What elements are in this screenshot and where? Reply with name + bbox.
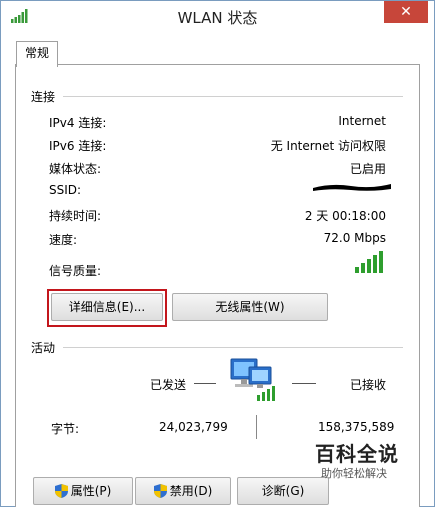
duration-label: 持续时间: — [49, 209, 102, 223]
network-computers-icon — [230, 358, 275, 401]
received-connector-line — [292, 383, 316, 384]
uac-shield-icon — [153, 484, 167, 498]
media-state-label: 媒体状态: — [49, 162, 102, 176]
activity-divider — [63, 347, 403, 348]
close-button[interactable]: ✕ — [384, 1, 428, 23]
sent-label: 已发送 — [150, 378, 187, 392]
window-title: WLAN 状态 — [177, 9, 258, 27]
bytes-label: 字节: — [51, 422, 80, 436]
watermark-subtitle: 助你轻松解决 — [321, 467, 387, 480]
activity-section-title: 活动 — [31, 341, 56, 355]
details-button[interactable]: 详细信息(E)... — [51, 293, 163, 321]
close-icon: ✕ — [400, 4, 412, 20]
connection-divider — [63, 96, 403, 97]
signal-quality-label: 信号质量: — [49, 264, 102, 278]
ipv6-label: IPv6 连接: — [49, 139, 107, 153]
media-state-value: 已启用 — [349, 162, 386, 176]
bytes-received-value: 158,375,589 — [318, 420, 395, 434]
title-bar[interactable]: WLAN 状态 ✕ — [1, 1, 434, 31]
properties-button-label: 属性(P) — [70, 484, 112, 498]
tab-general[interactable]: 常规 — [16, 41, 58, 67]
signal-strength-icon — [355, 251, 383, 273]
disable-button[interactable]: 禁用(D) — [135, 477, 231, 505]
connection-section-title: 连接 — [31, 90, 56, 104]
sent-connector-line — [194, 383, 216, 384]
diagnose-button[interactable]: 诊断(G) — [237, 477, 329, 505]
wlan-status-window: WLAN 状态 ✕ 常规 连接 IPv4 连接: Internet IPv6 连… — [0, 0, 435, 507]
disable-button-label: 禁用(D) — [169, 484, 213, 498]
ssid-label: SSID: — [49, 183, 82, 197]
bytes-separator — [256, 415, 257, 439]
uac-shield-icon — [54, 484, 68, 498]
duration-value: 2 天 00:18:00 — [304, 209, 386, 223]
tab-strip: 常规 — [13, 41, 422, 67]
wireless-properties-button[interactable]: 无线属性(W) — [172, 293, 328, 321]
ipv4-value: Internet — [338, 114, 386, 128]
speed-label: 速度: — [49, 233, 78, 247]
properties-button[interactable]: 属性(P) — [33, 477, 133, 505]
bytes-sent-value: 24,023,799 — [159, 420, 228, 434]
ssid-redacted-mark — [313, 184, 391, 191]
watermark-title: 百科全说 — [315, 442, 399, 466]
received-label: 已接收 — [350, 378, 387, 392]
speed-value: 72.0 Mbps — [323, 231, 386, 245]
ipv4-label: IPv4 连接: — [49, 116, 107, 130]
ipv6-value: 无 Internet 访问权限 — [270, 139, 386, 153]
